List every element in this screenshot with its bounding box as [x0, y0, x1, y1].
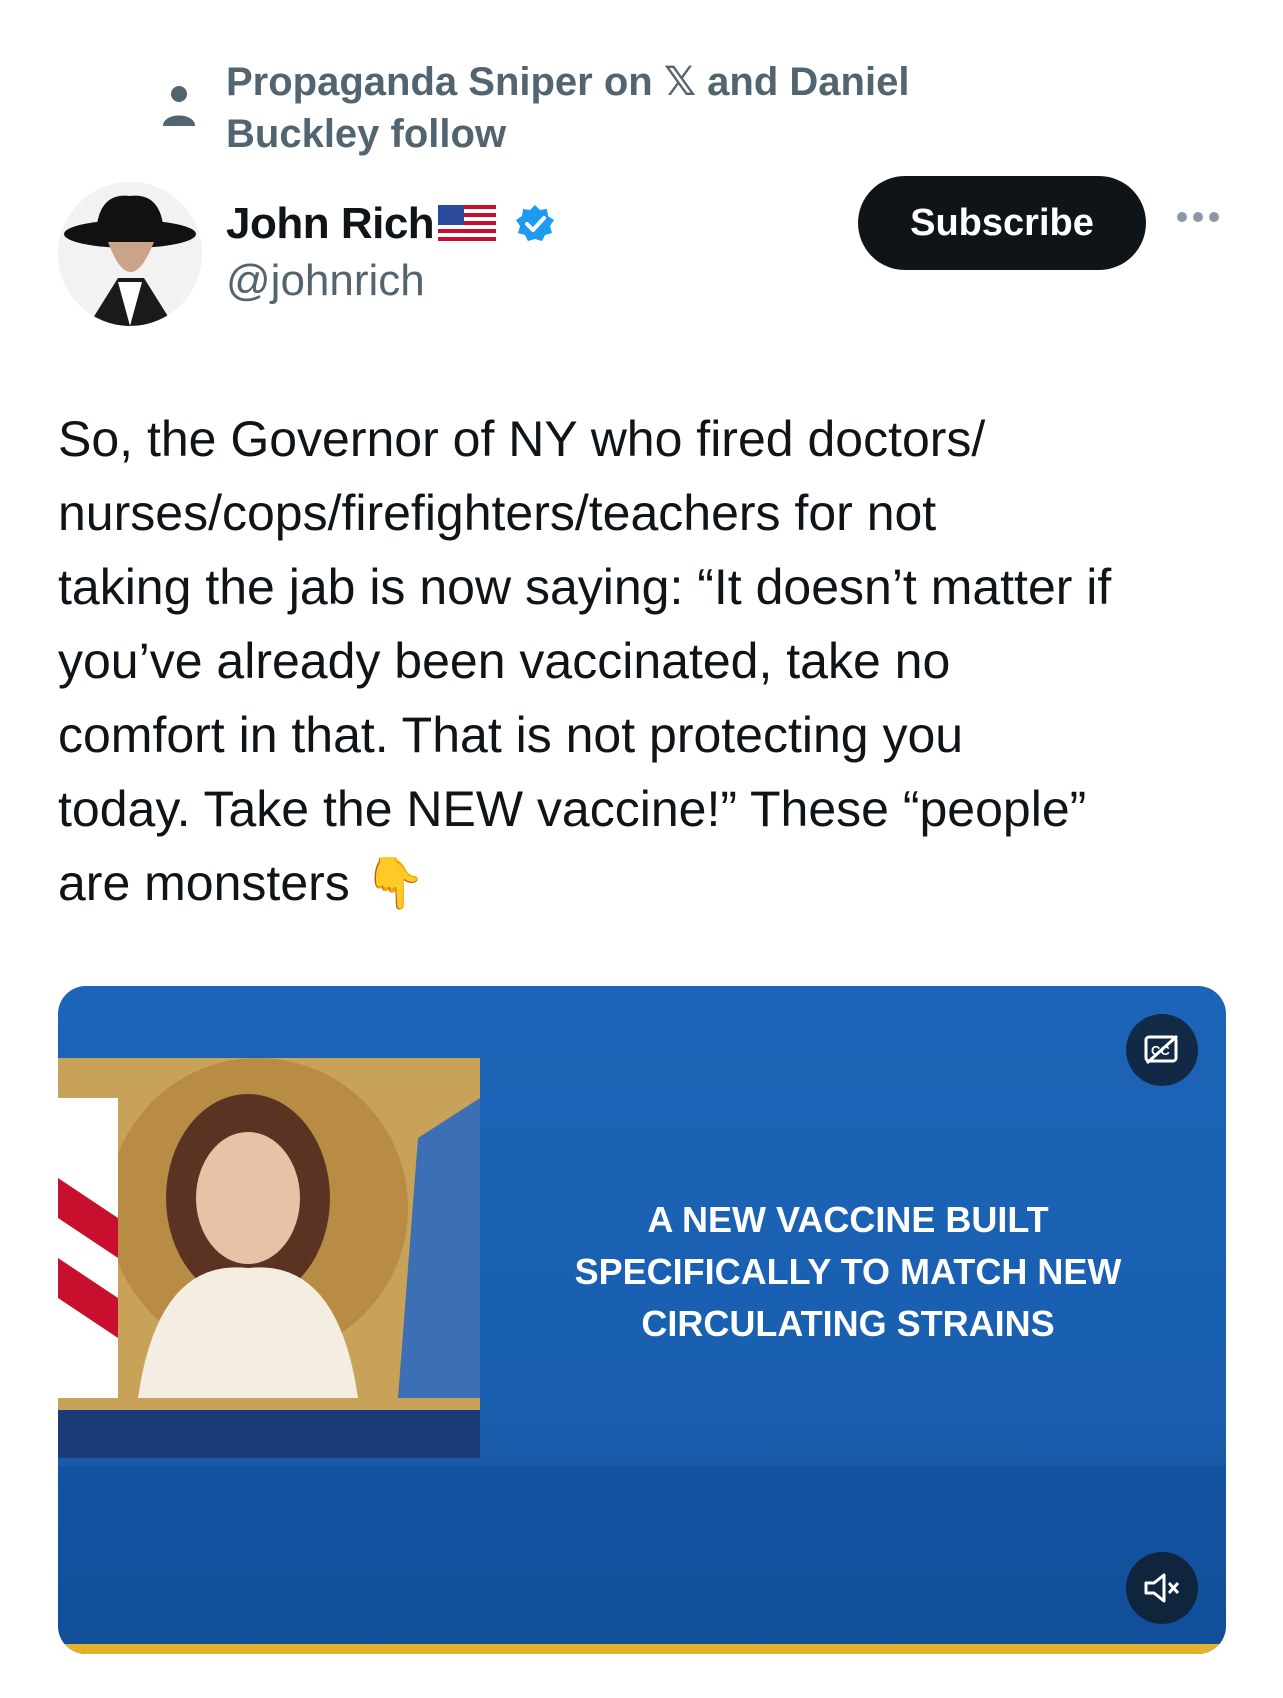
tweet-text: So, the Governor of NY who fired doctors… [58, 411, 1112, 911]
video-lower-band [58, 1466, 1226, 1644]
more-icon[interactable] [1176, 210, 1220, 224]
video-caption-overlay: A NEW VACCINE BUILT SPECIFICALLY TO MATC… [574, 1199, 1122, 1344]
closed-captions-icon[interactable]: CC [1126, 1014, 1198, 1086]
author-handle[interactable]: @johnrich [226, 256, 425, 306]
video-player[interactable]: A NEW VACCINE BUILT SPECIFICALLY TO MATC… [58, 986, 1226, 1654]
subscribe-button[interactable]: Subscribe [858, 176, 1146, 270]
avatar[interactable] [58, 182, 202, 326]
verified-badge-icon[interactable] [514, 203, 556, 245]
us-flag-icon [438, 205, 497, 243]
social-context-text[interactable]: Propaganda Sniper on 𝕏 and Daniel Buckle… [226, 56, 986, 160]
video-speaker-inset [58, 1058, 480, 1458]
author-display-name[interactable]: John Rich [226, 199, 435, 249]
person-icon [163, 86, 195, 126]
author-name-row[interactable]: John Rich [226, 196, 556, 252]
muted-speaker-icon[interactable] [1126, 1552, 1198, 1624]
video-bottom-strip [58, 1644, 1226, 1654]
